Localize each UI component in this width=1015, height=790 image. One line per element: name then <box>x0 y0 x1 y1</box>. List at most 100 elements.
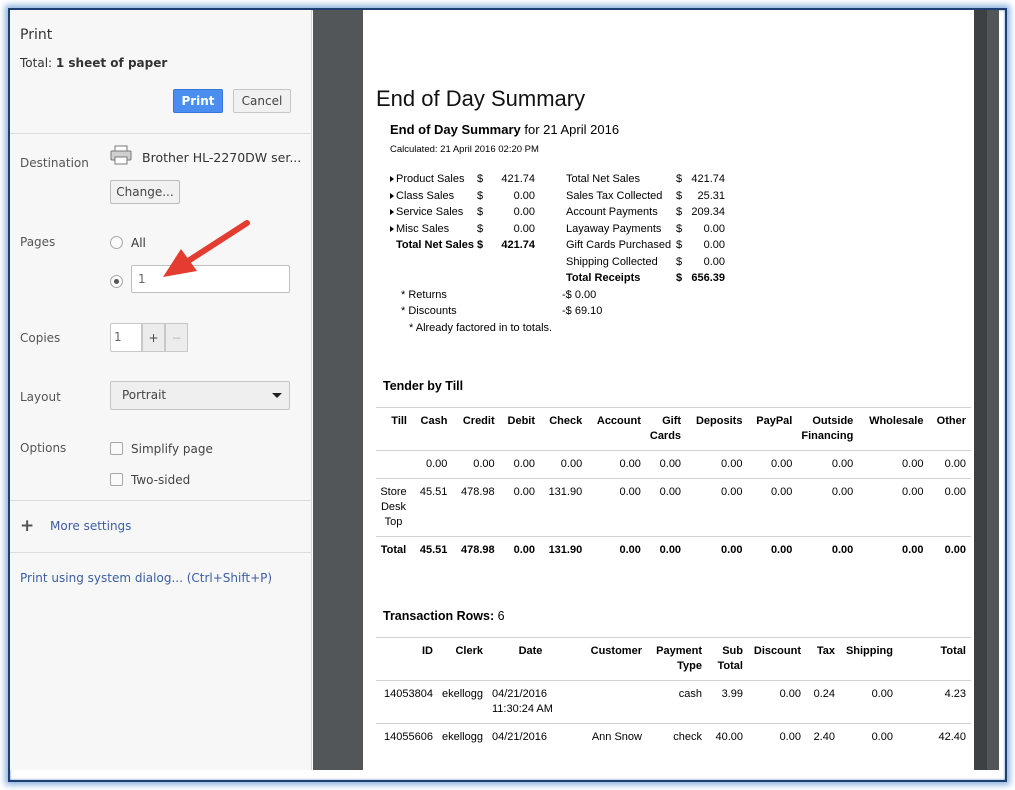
preview-scrollbar[interactable] <box>974 10 987 770</box>
column-header: Gift Cards <box>649 415 682 442</box>
copies-input[interactable]: 1 <box>110 323 142 352</box>
cell: 0.00 <box>513 458 536 470</box>
dropdown-arrow-icon <box>272 393 282 398</box>
pages-custom-radio[interactable] <box>110 275 123 288</box>
copies-decrement-button[interactable]: − <box>165 323 188 352</box>
amount: 0.00 <box>513 190 535 202</box>
cell: 0.00 <box>902 544 924 556</box>
expand-arrow-icon <box>390 226 394 232</box>
cell: 0.00 <box>871 688 893 700</box>
system-dialog-link[interactable]: Print using system dialog... (Ctrl+Shift… <box>20 571 272 585</box>
expand-arrow-icon <box>390 176 394 182</box>
print-button[interactable]: Print <box>173 89 223 113</box>
cell: check <box>673 731 702 743</box>
pages-all-radio[interactable] <box>110 236 123 249</box>
simplify-page-checkbox[interactable] <box>110 442 123 455</box>
cell: 2.40 <box>813 731 835 743</box>
summary-total-label: Total Receipts <box>566 272 641 284</box>
divider <box>10 552 311 553</box>
cell: 0.00 <box>721 544 743 556</box>
cell: 45.51 <box>419 544 448 556</box>
currency: $ <box>477 206 484 218</box>
cell: 0.00 <box>779 688 801 700</box>
copies-increment-button[interactable]: + <box>142 323 165 352</box>
summary-label: Shipping Collected <box>566 256 658 268</box>
column-header: Account <box>596 415 641 427</box>
currency: $ <box>477 190 484 202</box>
cell: 14053804 <box>384 688 433 700</box>
printer-icon <box>110 145 132 165</box>
sheet-total: Total: 1 sheet of paper <box>20 56 167 70</box>
cell: 0.00 <box>721 458 743 470</box>
column-header: Other <box>936 415 966 427</box>
cell: 14055606 <box>384 731 433 743</box>
totals-note: * Already factored in to totals. <box>409 322 553 334</box>
cell: 0.00 <box>770 458 793 470</box>
amount: 421.74 <box>501 239 535 251</box>
table-row: Store Desk Top 45.51 478.98 0.00 131.90 … <box>376 478 971 537</box>
cell: 478.98 <box>460 544 495 556</box>
divider <box>10 500 311 501</box>
column-header: Date <box>518 645 543 657</box>
cell: 0.00 <box>944 544 966 556</box>
amount: 0.00 <box>703 223 725 235</box>
column-header: Sub Total <box>717 645 743 672</box>
returns-label: * Returns <box>401 289 447 301</box>
cell: 04/21/2016 11:30:24 AM <box>491 688 553 715</box>
more-settings-link[interactable]: More settings <box>50 519 131 533</box>
copies-label: Copies <box>20 331 61 345</box>
amount: 0.00 <box>703 239 725 251</box>
table-row: 14053804 ekellogg 04/21/2016 11:30:24 AM… <box>376 680 971 724</box>
column-header: Total <box>940 645 966 657</box>
cell: 0.00 <box>513 486 536 498</box>
expand-arrow-icon <box>390 209 394 215</box>
printer-name: Brother HL-2270DW ser... <box>142 150 302 165</box>
column-header: Credit <box>462 415 495 427</box>
print-settings-panel: Print Total: 1 sheet of paper Print Canc… <box>10 10 312 770</box>
two-sided-checkbox[interactable] <box>110 473 123 486</box>
layout-select[interactable]: Portrait <box>110 381 290 410</box>
cell: 0.00 <box>831 544 854 556</box>
cell: Store Desk Top <box>380 486 407 528</box>
amount: 421.74 <box>501 173 535 185</box>
report-subtitle-bold: End of Day Summary <box>390 122 521 137</box>
tender-section-title: Tender by Till <box>383 379 464 393</box>
report-subtitle-date: for 21 April 2016 <box>520 122 620 137</box>
transactions-title: Transaction Rows: <box>383 609 495 623</box>
column-header: Check <box>549 415 583 427</box>
cell: 0.00 <box>473 458 495 470</box>
column-header: Tax <box>816 645 835 657</box>
pages-label: Pages <box>20 235 56 249</box>
change-destination-button[interactable]: Change... <box>110 180 180 204</box>
cell: 0.00 <box>770 486 793 498</box>
discounts-label: * Discounts <box>401 305 457 317</box>
returns-amount: -$ 0.00 <box>562 289 597 301</box>
layout-value: Portrait <box>122 388 167 402</box>
column-header: Debit <box>507 415 536 427</box>
amount: 421.74 <box>691 173 725 185</box>
summary-row: Misc Sales <box>390 223 449 235</box>
options-label: Options <box>20 441 67 455</box>
cell: 0.00 <box>659 458 682 470</box>
cell: 478.98 <box>460 486 495 498</box>
transactions-table: ID Clerk Date Customer Payment Type Sub … <box>376 637 971 751</box>
cell: cash <box>678 688 702 700</box>
cell: 0.24 <box>813 688 835 700</box>
cell: 0.00 <box>871 731 893 743</box>
cell: 0.00 <box>619 486 641 498</box>
amount: 209.34 <box>691 206 725 218</box>
cell: 40.00 <box>715 731 743 743</box>
summary-label: Sales Tax Collected <box>566 190 663 202</box>
expand-arrow-icon <box>390 193 394 199</box>
preview-page: End of Day Summary End of Day Summary fo… <box>363 10 974 770</box>
plus-icon[interactable]: + <box>20 518 34 535</box>
amount: 656.39 <box>691 272 725 284</box>
column-header: Customer <box>590 645 642 657</box>
transactions-count: 6 <box>497 609 505 623</box>
column-header: Deposits <box>695 415 743 427</box>
calculated-timestamp: Calculated: 21 April 2016 02:20 PM <box>390 144 539 155</box>
cancel-button[interactable]: Cancel <box>233 89 291 113</box>
cell: 0.00 <box>560 458 583 470</box>
tender-table: Till Cash Credit Debit Check Account Gif… <box>376 407 971 564</box>
cell: 0.00 <box>619 544 641 556</box>
